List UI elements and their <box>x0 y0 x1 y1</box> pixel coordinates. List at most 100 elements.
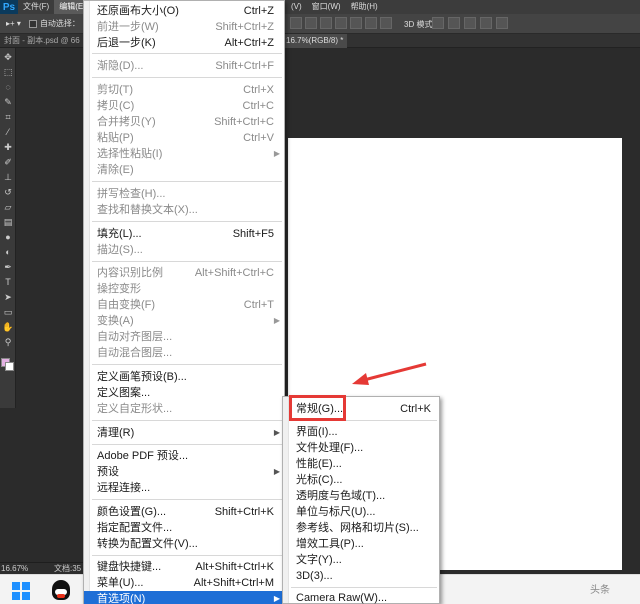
menu-item-label: 变换(A) <box>97 315 134 327</box>
menu-separator <box>92 444 282 445</box>
align-icon[interactable] <box>365 17 377 29</box>
menu-item-remote-connections[interactable]: 远程连接... <box>84 480 286 496</box>
auto-select-checkbox[interactable] <box>28 19 37 28</box>
auto-select-option[interactable]: 自动选择： <box>28 18 80 29</box>
eyedropper-tool-icon[interactable]: ⁄ <box>2 126 14 138</box>
menu-item-menus[interactable]: 菜单(U)... Alt+Shift+Ctrl+M <box>84 575 286 591</box>
zoom-tool-icon[interactable]: ⚲ <box>2 336 14 348</box>
menu-item-transform[interactable]: 变换(A) ▶ <box>84 313 286 329</box>
menu-item-color-settings[interactable]: 颜色设置(G)... Shift+Ctrl+K <box>84 504 286 520</box>
menu-item-presets[interactable]: 预设 ▶ <box>84 464 286 480</box>
menu-item-shortcut: Alt+Ctrl+Z <box>224 37 274 49</box>
healing-brush-tool-icon[interactable]: ✚ <box>2 141 14 153</box>
menu-item-purge[interactable]: 清理(R) ▶ <box>84 425 286 441</box>
menu-item-convert-to-profile[interactable]: 转换为配置文件(V)... <box>84 536 286 552</box>
menu-help[interactable]: 帮助(H) <box>346 0 383 14</box>
submenu-item-type[interactable]: 文字(Y)... <box>283 552 441 568</box>
background-color-swatch[interactable] <box>5 362 14 371</box>
menu-item-define-pattern[interactable]: 定义图案... <box>84 385 286 401</box>
menu-item-auto-align-layers[interactable]: 自动对齐图层... <box>84 329 286 345</box>
menu-item-shortcut: Ctrl+Z <box>243 5 274 17</box>
3d-slide-icon[interactable] <box>480 17 492 29</box>
submenu-item-3d[interactable]: 3D(3)... <box>283 568 441 584</box>
menu-item-auto-blend-layers[interactable]: 自动混合图层... <box>84 345 286 361</box>
menu-item-keyboard-shortcuts[interactable]: 键盘快捷键... Alt+Shift+Ctrl+K <box>84 559 286 575</box>
menu-item-define-custom-shape[interactable]: 定义自定形状... <box>84 401 286 417</box>
clone-stamp-tool-icon[interactable]: ⊥ <box>2 171 14 183</box>
menu-item-clear[interactable]: 清除(E) <box>84 162 286 178</box>
menu-item-paste[interactable]: 粘贴(P) Ctrl+V <box>84 130 286 146</box>
distribute-icon[interactable] <box>380 17 392 29</box>
menu-item-find-replace[interactable]: 查找和替换文本(X)... <box>84 202 286 218</box>
3d-scale-icon[interactable] <box>496 17 508 29</box>
type-tool-icon[interactable]: T <box>2 276 14 288</box>
hand-tool-icon[interactable]: ✋ <box>2 321 14 333</box>
menu-item-paste-special[interactable]: 选择性粘贴(I) ▶ <box>84 146 286 162</box>
gradient-tool-icon[interactable]: ▤ <box>2 216 14 228</box>
submenu-item-file-handling[interactable]: 文件处理(F)... <box>283 440 441 456</box>
marquee-tool-icon[interactable]: ⬚ <box>2 66 14 78</box>
history-brush-tool-icon[interactable]: ↺ <box>2 186 14 198</box>
document-info[interactable]: 文档:35 <box>28 563 81 574</box>
3d-roll-icon[interactable] <box>448 17 460 29</box>
submenu-item-performance[interactable]: 性能(E)... <box>283 456 441 472</box>
menu-item-adobe-pdf-presets[interactable]: Adobe PDF 预设... <box>84 448 286 464</box>
pen-tool-icon[interactable]: ✒ <box>2 261 14 273</box>
menu-item-label: 拼写检查(H)... <box>97 188 166 200</box>
zoom-level[interactable]: 16.67% <box>0 564 28 573</box>
qq-penguin-icon[interactable] <box>52 580 70 600</box>
path-select-tool-icon[interactable]: ➤ <box>2 291 14 303</box>
menu-item-shortcut: Shift+Ctrl+K <box>214 506 274 518</box>
shape-tool-icon[interactable]: ▭ <box>2 306 14 318</box>
menu-item-fade[interactable]: 渐隐(D)... Shift+Ctrl+F <box>84 58 286 74</box>
menu-item-content-aware-scale[interactable]: 内容识别比例 Alt+Shift+Ctrl+C <box>84 265 286 281</box>
move-tool-icon[interactable]: ✥ <box>2 51 14 63</box>
3d-pan-icon[interactable] <box>464 17 476 29</box>
dodge-tool-icon[interactable]: ◐ <box>2 246 14 258</box>
windows-start-icon[interactable] <box>12 582 30 600</box>
menu-item-step-forward[interactable]: 前进一步(W) Shift+Ctrl+Z <box>84 19 286 35</box>
menu-item-shortcut: Ctrl+X <box>243 84 274 96</box>
align-icon[interactable] <box>320 17 332 29</box>
menu-item-label: Adobe PDF 预设... <box>97 450 189 462</box>
eraser-tool-icon[interactable]: ▱ <box>2 201 14 213</box>
menu-file[interactable]: 文件(F) <box>18 0 54 14</box>
align-icon[interactable] <box>290 17 302 29</box>
submenu-item-cursors[interactable]: 光标(C)... <box>283 472 441 488</box>
menu-item-step-backward[interactable]: 后退一步(K) Alt+Ctrl+Z <box>84 35 286 51</box>
move-tool-icon[interactable]: ▸+ ▾ <box>6 19 21 28</box>
align-icon[interactable] <box>350 17 362 29</box>
crop-tool-icon[interactable]: ⌗ <box>2 111 14 123</box>
submenu-item-camera-raw[interactable]: Camera Raw(W)... <box>283 590 441 604</box>
menu-item-preferences[interactable]: 首选项(N) ▶ <box>84 591 286 604</box>
menu-item-cut[interactable]: 剪切(T) Ctrl+X <box>84 82 286 98</box>
quick-select-tool-icon[interactable]: ✎ <box>2 96 14 108</box>
menu-item-puppet-warp[interactable]: 操控变形 <box>84 281 286 297</box>
menu-item-undo-canvas-size[interactable]: 还原画布大小(O) Ctrl+Z <box>84 3 286 19</box>
blur-tool-icon[interactable]: ● <box>2 231 14 243</box>
submenu-item-plugins[interactable]: 增效工具(P)... <box>283 536 441 552</box>
menu-item-copy[interactable]: 拷贝(C) Ctrl+C <box>84 98 286 114</box>
brush-tool-icon[interactable]: ✐ <box>2 156 14 168</box>
3d-rotate-icon[interactable] <box>432 17 444 29</box>
menu-view[interactable]: (V) <box>286 0 307 14</box>
align-icon[interactable] <box>305 17 317 29</box>
submenu-item-interface[interactable]: 界面(I)... <box>283 424 441 440</box>
menu-item-check-spelling[interactable]: 拼写检查(H)... <box>84 186 286 202</box>
menu-item-free-transform[interactable]: 自由变换(F) Ctrl+T <box>84 297 286 313</box>
menu-item-assign-profile[interactable]: 指定配置文件... <box>84 520 286 536</box>
tab-document-1[interactable]: 封面 - 副本.psd @ 66 <box>0 34 84 48</box>
submenu-item-units-rulers[interactable]: 单位与标尺(U)... <box>283 504 441 520</box>
align-icon[interactable] <box>335 17 347 29</box>
menu-item-define-brush-preset[interactable]: 定义画笔预设(B)... <box>84 369 286 385</box>
tab-document-2[interactable]: 16.7%(RGB/8) * <box>282 34 348 48</box>
menu-item-label: 菜单(U)... <box>97 577 144 589</box>
menu-item-copy-merged[interactable]: 合并拷贝(Y) Shift+Ctrl+C <box>84 114 286 130</box>
submenu-item-transparency-gamut[interactable]: 透明度与色域(T)... <box>283 488 441 504</box>
submenu-item-guides-grid-slices[interactable]: 参考线、网格和切片(S)... <box>283 520 441 536</box>
submenu-item-general[interactable]: 常规(G)... Ctrl+K <box>283 401 441 417</box>
menu-item-stroke[interactable]: 描边(S)... <box>84 242 286 258</box>
menu-window[interactable]: 窗口(W) <box>307 0 346 14</box>
lasso-tool-icon[interactable]: ◌ <box>2 81 14 93</box>
menu-item-fill[interactable]: 填充(L)... Shift+F5 <box>84 226 286 242</box>
